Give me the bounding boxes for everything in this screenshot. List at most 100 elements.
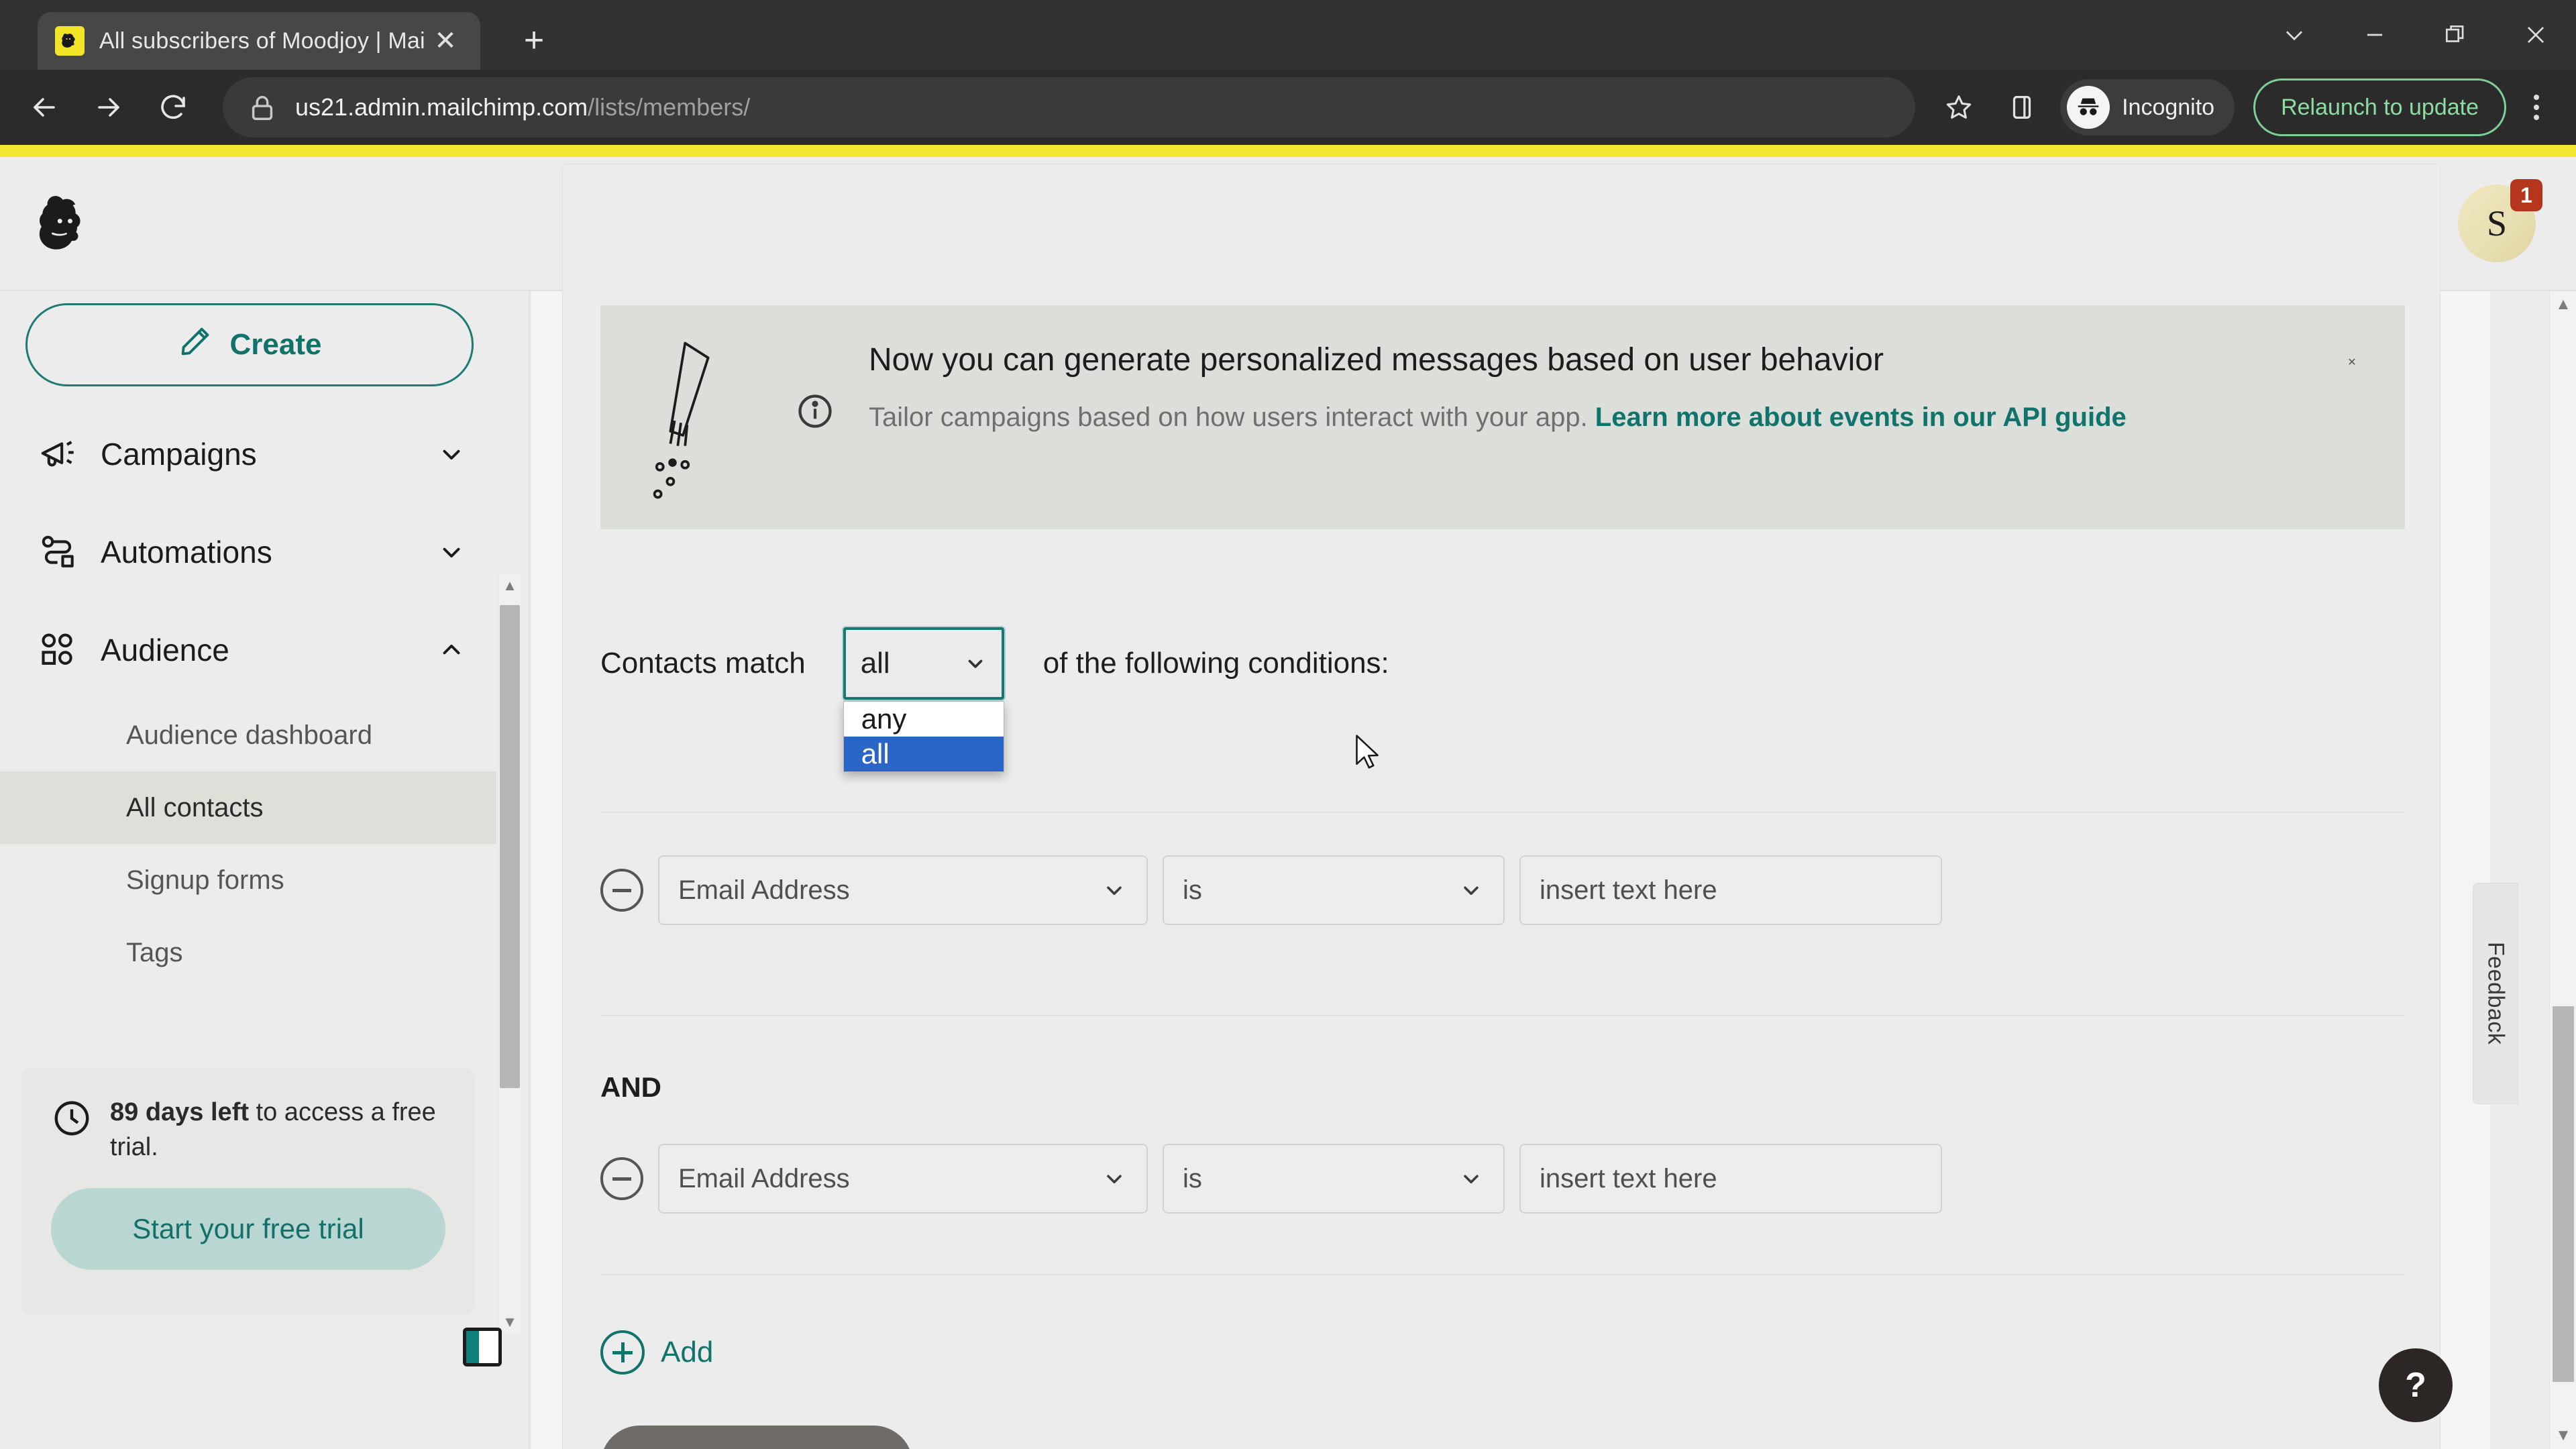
condition-field-select[interactable]: Email Address bbox=[658, 1144, 1148, 1214]
trial-days-left: 89 days left bbox=[110, 1098, 249, 1126]
sidebar-item-label: Campaigns bbox=[101, 437, 257, 472]
sidebar-subitem-label: All contacts bbox=[126, 792, 264, 822]
sidebar-item-label: Automations bbox=[101, 535, 272, 570]
contacts-match-suffix: of the following conditions: bbox=[1042, 647, 1389, 680]
sidebar-item-campaigns[interactable]: Campaigns bbox=[0, 405, 496, 503]
preview-segment-button[interactable]: Preview Segment bbox=[600, 1426, 913, 1449]
side-panel-icon[interactable] bbox=[1990, 76, 2053, 139]
remove-condition-button[interactable] bbox=[600, 869, 643, 912]
sidebar-item-tags[interactable]: Tags bbox=[0, 916, 496, 989]
dropdown-option-any[interactable]: any bbox=[844, 702, 1004, 737]
promo-link[interactable]: Learn more about events in our API guide bbox=[1595, 402, 2127, 432]
sidebar-item-signup-forms[interactable]: Signup forms bbox=[0, 844, 496, 916]
help-button[interactable]: ? bbox=[2379, 1348, 2453, 1422]
hand-pointing-illustration-icon bbox=[600, 305, 795, 502]
mouse-cursor bbox=[1353, 733, 1383, 773]
sidebar-nav: Campaigns Automations Audience Audience … bbox=[0, 405, 496, 989]
sidebar-item-all-contacts[interactable]: All contacts bbox=[0, 771, 496, 844]
form-actions: Preview Segment Cancel bbox=[600, 1426, 1048, 1449]
promo-subtitle: Tailor campaigns based on how users inte… bbox=[869, 402, 1595, 432]
minimize-icon[interactable] bbox=[2334, 0, 2415, 70]
contacts-match-label: Contacts match bbox=[600, 647, 806, 680]
panel-toggle-left bbox=[466, 1331, 480, 1363]
page-scroll-up-icon[interactable]: ▲ bbox=[2550, 291, 2576, 318]
browser-menu-icon[interactable] bbox=[2512, 76, 2561, 139]
account-avatar[interactable]: S 1 bbox=[2458, 179, 2542, 262]
browser-tab[interactable]: All subscribers of Moodjoy | Mai ✕ bbox=[38, 12, 480, 70]
info-icon bbox=[795, 305, 869, 435]
forward-arrow-icon[interactable] bbox=[76, 75, 141, 140]
condition-operator-select[interactable]: is bbox=[1163, 1144, 1505, 1214]
incognito-indicator[interactable]: Incognito bbox=[2060, 79, 2235, 136]
free-trial-card: 89 days left to access a free trial. Sta… bbox=[21, 1068, 475, 1315]
page-viewport: S 1 Create Campaigns Automations Audienc… bbox=[0, 145, 2576, 1449]
match-type-dropdown[interactable]: any all bbox=[843, 701, 1004, 772]
sidebar: Create Campaigns Automations Audience Au… bbox=[0, 291, 530, 1449]
add-condition-button[interactable]: Add bbox=[600, 1330, 713, 1375]
chevron-down-icon[interactable] bbox=[436, 538, 467, 566]
back-arrow-icon[interactable] bbox=[12, 75, 76, 140]
clock-icon bbox=[51, 1095, 93, 1142]
chevron-up-icon[interactable] bbox=[436, 636, 467, 664]
sidebar-subitem-label: Tags bbox=[126, 937, 183, 967]
condition-field-select[interactable]: Email Address bbox=[658, 855, 1148, 925]
window-controls bbox=[2254, 0, 2576, 70]
condition-operator-value: is bbox=[1183, 875, 1202, 905]
address-bar[interactable]: us21.admin.mailchimp.com/lists/members/ bbox=[223, 77, 1916, 138]
create-button[interactable]: Create bbox=[25, 303, 474, 386]
start-free-trial-button[interactable]: Start your free trial bbox=[51, 1187, 445, 1270]
remove-condition-button[interactable] bbox=[600, 1157, 643, 1200]
feedback-tab[interactable]: Feedback bbox=[2473, 883, 2518, 1104]
lock-icon bbox=[247, 92, 278, 123]
close-icon[interactable] bbox=[2496, 0, 2576, 70]
bookmark-star-icon[interactable] bbox=[1927, 76, 1990, 139]
chevron-down-icon[interactable] bbox=[436, 440, 467, 468]
condition-value-placeholder: insert text here bbox=[1540, 875, 1717, 905]
scroll-up-arrow-icon[interactable]: ▲ bbox=[498, 574, 521, 597]
pencil-icon bbox=[178, 324, 213, 366]
tab-close-icon[interactable]: ✕ bbox=[428, 23, 463, 58]
condition-row: Email Address is insert text here bbox=[600, 1144, 1942, 1214]
page-scroll-down-icon[interactable]: ▼ bbox=[2550, 1422, 2576, 1449]
condition-row: Email Address is insert text here bbox=[600, 855, 1942, 925]
condition-value-input[interactable]: insert text here bbox=[1519, 855, 1942, 925]
condition-divider-top bbox=[600, 812, 2405, 813]
reload-icon[interactable] bbox=[141, 75, 205, 140]
page-scrollbar[interactable]: ▲ ▼ bbox=[2549, 291, 2576, 1449]
page-scroll-thumb[interactable] bbox=[2553, 1006, 2574, 1382]
sidebar-scroll-thumb[interactable] bbox=[500, 605, 520, 1088]
main-content: Now you can generate personalized messag… bbox=[531, 164, 2490, 1449]
match-type-select[interactable]: all bbox=[843, 627, 1004, 700]
chevron-down-icon bbox=[1101, 1167, 1128, 1191]
browser-toolbar: us21.admin.mailchimp.com/lists/members/ … bbox=[0, 70, 2576, 145]
condition-field-value: Email Address bbox=[678, 875, 850, 905]
sidebar-item-audience[interactable]: Audience bbox=[0, 601, 496, 699]
condition-operator-select[interactable]: is bbox=[1163, 855, 1505, 925]
chevron-down-icon bbox=[1101, 878, 1128, 902]
audience-icon bbox=[38, 629, 90, 671]
conditions-divider-end bbox=[600, 1274, 2405, 1275]
tab-strip: All subscribers of Moodjoy | Mai ✕ + bbox=[0, 0, 2576, 70]
panel-toggle-icon[interactable] bbox=[463, 1328, 502, 1366]
scroll-down-arrow-icon[interactable]: ▼ bbox=[498, 1311, 521, 1334]
restore-icon[interactable] bbox=[2415, 0, 2496, 70]
sidebar-item-automations[interactable]: Automations bbox=[0, 503, 496, 601]
create-label: Create bbox=[229, 328, 322, 361]
relaunch-to-update-button[interactable]: Relaunch to update bbox=[2253, 78, 2506, 136]
sidebar-subitem-label: Signup forms bbox=[126, 865, 284, 895]
sidebar-subitem-label: Audience dashboard bbox=[126, 720, 372, 750]
promo-title: Now you can generate personalized messag… bbox=[869, 342, 1884, 378]
incognito-icon bbox=[2067, 86, 2110, 129]
dropdown-option-all[interactable]: all bbox=[843, 737, 1004, 771]
condition-value-input[interactable]: insert text here bbox=[1519, 1144, 1942, 1214]
sidebar-item-audience-dashboard[interactable]: Audience dashboard bbox=[0, 699, 496, 771]
add-condition-label: Add bbox=[661, 1336, 714, 1368]
sidebar-scrollbar[interactable]: ▲ ▼ bbox=[498, 574, 521, 1334]
mailchimp-logo-icon[interactable] bbox=[21, 184, 99, 262]
tab-search-chevron-icon[interactable] bbox=[2254, 0, 2334, 70]
promo-close-icon[interactable]: ✕ bbox=[2330, 340, 2374, 384]
new-tab-button[interactable]: + bbox=[510, 16, 558, 64]
megaphone-icon bbox=[38, 433, 90, 475]
match-type-value: all bbox=[860, 647, 890, 680]
chevron-down-icon bbox=[1458, 878, 1485, 902]
